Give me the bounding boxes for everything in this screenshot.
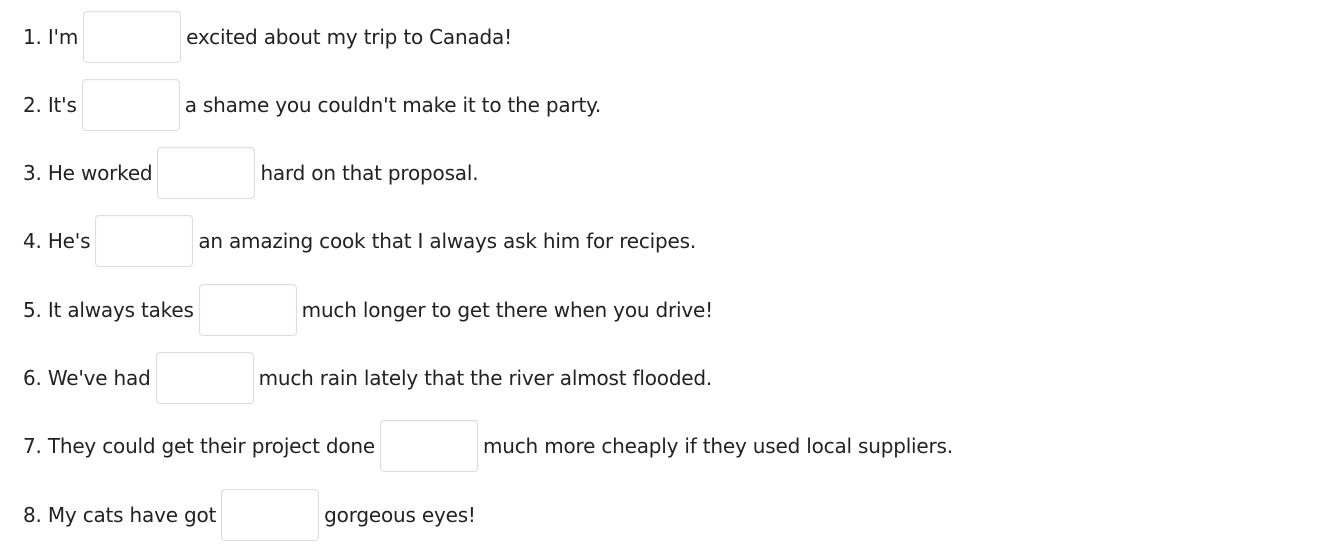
question-5: 5. It always takes much longer to get th… xyxy=(23,284,713,336)
question-6-answer-input[interactable] xyxy=(155,352,254,404)
question-5-suffix: much longer to get there when you drive! xyxy=(301,298,713,322)
question-4-prefix: 4. He's xyxy=(23,229,91,253)
question-3-answer-input[interactable] xyxy=(157,147,256,199)
question-1-answer-input[interactable] xyxy=(83,11,182,63)
fill-in-the-blank-exercise: 1. I'm excited about my trip to Canada! … xyxy=(0,0,1327,548)
question-8: 8. My cats have got gorgeous eyes! xyxy=(23,489,476,541)
question-3: 3. He worked hard on that proposal. xyxy=(23,147,479,199)
question-5-prefix: 5. It always takes xyxy=(23,298,194,322)
question-8-prefix: 8. My cats have got xyxy=(23,503,217,527)
question-2: 2. It's a shame you couldn't make it to … xyxy=(23,79,601,131)
question-3-suffix: hard on that proposal. xyxy=(260,161,479,185)
question-2-prefix: 2. It's xyxy=(23,93,77,117)
question-6-prefix: 6. We've had xyxy=(23,366,151,390)
question-3-prefix: 3. He worked xyxy=(23,161,153,185)
question-6-suffix: much rain lately that the river almost f… xyxy=(258,366,713,390)
question-8-answer-input[interactable] xyxy=(221,489,320,541)
question-7-suffix: much more cheaply if they used local sup… xyxy=(483,434,953,458)
question-5-answer-input[interactable] xyxy=(198,284,297,336)
question-4-suffix: an amazing cook that I always ask him fo… xyxy=(198,229,697,253)
question-1-prefix: 1. I'm xyxy=(23,25,79,49)
question-2-answer-input[interactable] xyxy=(81,79,180,131)
question-6: 6. We've had much rain lately that the r… xyxy=(23,352,712,404)
question-1-suffix: excited about my trip to Canada! xyxy=(186,25,512,49)
question-8-suffix: gorgeous eyes! xyxy=(324,503,476,527)
question-4: 4. He's an amazing cook that I always as… xyxy=(23,215,696,267)
question-7-answer-input[interactable] xyxy=(380,420,478,472)
question-4-answer-input[interactable] xyxy=(95,215,194,267)
question-7: 7. They could get their project done muc… xyxy=(23,420,953,472)
question-1: 1. I'm excited about my trip to Canada! xyxy=(23,11,512,63)
question-7-prefix: 7. They could get their project done xyxy=(23,434,375,458)
question-2-suffix: a shame you couldn't make it to the part… xyxy=(184,93,602,117)
